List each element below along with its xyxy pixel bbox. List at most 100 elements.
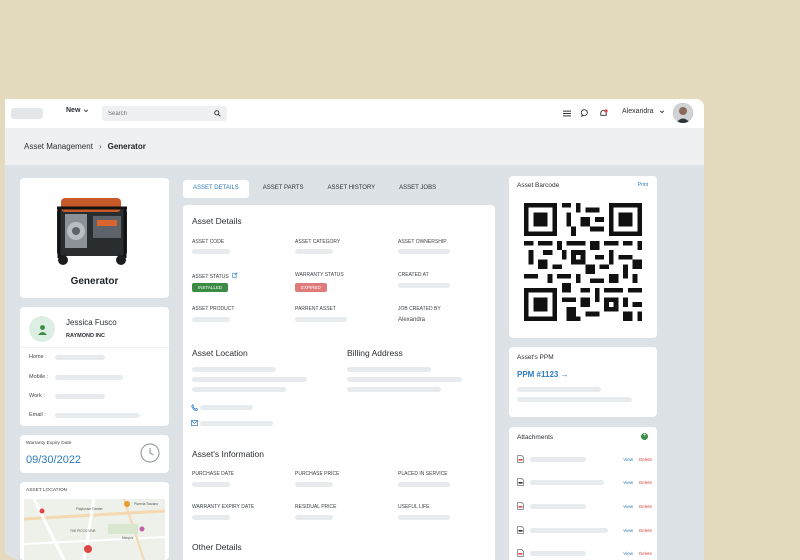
clock-icon	[140, 443, 160, 463]
user-menu[interactable]: Alexandra	[622, 108, 665, 115]
attachment-row: View Delete	[517, 525, 652, 535]
mail-icon	[191, 420, 198, 426]
tab-asset-details[interactable]: ASSET DETAILS	[183, 180, 249, 198]
attachment-row: View Delete	[517, 548, 652, 558]
asset-ppm-card: Asset's PPM PPM #1123 →	[509, 347, 657, 417]
user-name: Alexandra	[622, 108, 654, 115]
placed-in-service-value	[398, 482, 450, 487]
delete-link[interactable]: Delete	[639, 528, 652, 533]
purchase-price-label: PURCHASE PRICE	[295, 471, 340, 477]
delete-link[interactable]: Delete	[639, 480, 652, 485]
delete-link[interactable]: Delete	[639, 551, 652, 556]
tab-asset-jobs[interactable]: ASSET JOBS	[389, 180, 446, 198]
contact-avatar	[29, 316, 55, 342]
location-line	[192, 377, 307, 382]
residual-price-label: RESIDUAL PRICE	[295, 504, 337, 510]
view-link[interactable]: View	[623, 528, 633, 533]
attachment-name	[530, 527, 608, 533]
chevron-right-icon: ›	[98, 142, 102, 151]
location-map[interactable]: Pizzeria Toscano Playhouse Theater Marqu…	[24, 499, 165, 560]
contact-mobile-value	[55, 375, 123, 380]
warranty-label: Warranty Expiry Date	[26, 441, 72, 446]
contact-home-value	[55, 355, 105, 360]
top-bar: New Alexandra	[5, 99, 704, 128]
purchase-price-value	[295, 482, 333, 487]
view-link[interactable]: View	[623, 480, 633, 485]
generator-image	[57, 198, 127, 265]
attachments-card: Attachments + View Delete View Delete Vi…	[509, 427, 657, 560]
asset-tabs: ASSET DETAILS ASSET PARTS ASSET HISTORY …	[183, 180, 491, 198]
parent-asset-value	[295, 317, 347, 322]
contact-mobile-label: Mobile :	[29, 374, 49, 380]
breadcrumb-root[interactable]: Asset Management	[24, 142, 93, 151]
attachment-row: View Delete	[517, 477, 652, 487]
tab-asset-parts[interactable]: ASSET PARTS	[253, 180, 314, 198]
residual-price-value	[295, 515, 333, 520]
warranty-expiry-date-value	[192, 515, 230, 520]
asset-code-value	[192, 249, 230, 254]
pdf-file-icon	[517, 502, 524, 510]
contact-company: RAYMOND INC	[66, 333, 105, 339]
view-link[interactable]: View	[623, 457, 633, 462]
contact-email-label: Email :	[29, 412, 46, 418]
chevron-down-icon	[659, 109, 664, 113]
asset-barcode-card: Asset Barcode Print	[509, 176, 657, 338]
map-label: THE PICCO VINE	[70, 529, 96, 533]
new-menu-button[interactable]: New	[66, 107, 89, 114]
billing-line	[347, 387, 441, 392]
map-label: Marquis	[122, 536, 134, 540]
status-badge-expired: EXPIRED	[295, 283, 327, 292]
search-icon[interactable]	[214, 110, 221, 117]
breadcrumb: Asset Management › Generator	[5, 128, 704, 165]
chevron-down-icon	[84, 108, 89, 112]
view-link[interactable]: View	[623, 504, 633, 509]
add-attachment-button[interactable]: +	[641, 433, 648, 440]
billing-line	[347, 377, 462, 382]
asset-image-card: Generator	[20, 178, 169, 298]
edit-icon[interactable]	[232, 272, 238, 278]
file-icon	[517, 526, 524, 534]
created-at-label: CREATED AT	[398, 272, 429, 278]
user-avatar[interactable]	[673, 103, 693, 123]
placed-in-service-label: PLACED IN SERVICE	[398, 471, 448, 477]
view-link[interactable]: View	[623, 551, 633, 556]
email-value	[200, 421, 273, 426]
pdf-file-icon	[517, 455, 524, 463]
useful-life-value	[398, 515, 450, 520]
bell-icon[interactable]	[597, 107, 609, 119]
job-created-by-label: JOB CREATED BY	[398, 306, 441, 312]
chat-icon[interactable]	[579, 107, 591, 119]
asset-product-label: ASSET PRODUCT	[192, 306, 235, 312]
delete-link[interactable]: Delete	[639, 457, 652, 462]
attachment-row: View Delete	[517, 501, 652, 511]
search-input[interactable]	[108, 110, 198, 117]
asset-details-panel: Asset Details ASSET CODE ASSET CATEGORY …	[183, 205, 495, 560]
purchase-date-label: PURCHASE DATE	[192, 471, 235, 477]
qr-code	[524, 203, 642, 321]
search-bar[interactable]	[102, 106, 227, 121]
warranty-card: Warranty Expiry Date 09/30/2022	[20, 435, 169, 473]
asset-ownership-value	[398, 249, 450, 254]
contact-card: Jessica Fusco RAYMOND INC Home : Mobile …	[20, 307, 169, 426]
background-frame: New Alexandra Asset Management › Generat…	[0, 0, 800, 560]
delete-link[interactable]: Delete	[639, 504, 652, 509]
user-icon	[37, 324, 47, 335]
job-created-by-value: Alexandra	[398, 317, 426, 323]
ppm-link[interactable]: PPM #1123 →	[517, 370, 569, 379]
created-at-value	[398, 283, 450, 288]
attachment-name	[530, 456, 586, 462]
warranty-expiry-date-label: WARRANTY EXPIRY DATE	[192, 504, 255, 510]
phone-icon	[191, 404, 198, 411]
billing-line	[347, 367, 431, 372]
asset-name: Generator	[70, 276, 119, 287]
tab-asset-history[interactable]: ASSET HISTORY	[317, 180, 385, 198]
menu-icon[interactable]	[561, 107, 573, 119]
app-window: New Alexandra Asset Management › Generat…	[5, 99, 704, 560]
contact-name: Jessica Fusco	[66, 318, 117, 327]
status-badge-installed: INSTALLED	[192, 283, 229, 292]
contact-email-value	[55, 413, 140, 418]
phone-value	[200, 405, 253, 410]
breadcrumb-current: Generator	[107, 142, 146, 151]
print-link[interactable]: Print	[638, 182, 648, 188]
contact-work-label: Work :	[29, 393, 45, 399]
